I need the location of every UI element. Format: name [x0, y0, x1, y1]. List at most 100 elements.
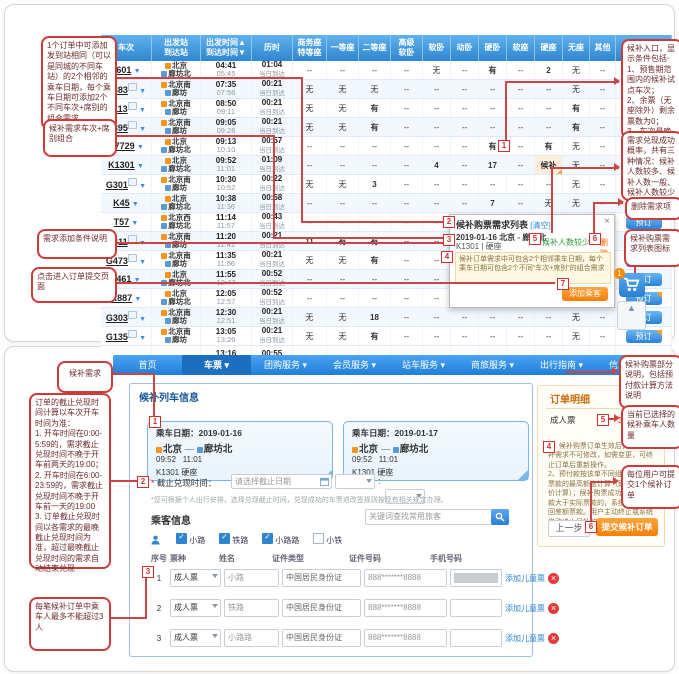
nav-tab-会员服务[interactable]: 会员服务 ▾ [320, 355, 389, 375]
name-field[interactable]: 小路路 [224, 629, 279, 647]
phone-field[interactable] [450, 599, 502, 617]
expand-caret-icon[interactable]: ▼ [137, 144, 144, 151]
checkbox-icon[interactable] [313, 533, 324, 544]
depart-station-icon [161, 177, 167, 183]
back-to-top-button[interactable]: ▲ [617, 301, 646, 330]
train-number-cell: G301 ▼ [101, 175, 152, 194]
times-cell: 13:0513:26 [201, 327, 252, 346]
quick-passenger-小铁[interactable]: 小铁 [313, 536, 342, 545]
seat-cell: -- [391, 327, 423, 346]
col-header[interactable]: 出发时间▲ 到达时间▼ [201, 35, 252, 61]
phone-field[interactable] [450, 629, 502, 647]
expand-caret-icon[interactable]: ▼ [139, 126, 146, 133]
seat-cell: 无 [563, 156, 590, 175]
quick-passenger-小路路[interactable]: 小路路 [262, 536, 299, 545]
seat-cell: -- [423, 289, 451, 308]
nav-tab-首页[interactable]: 首页 [113, 355, 182, 375]
nav-tab-团购服务[interactable]: 团购服务 ▾ [251, 355, 320, 375]
train-number-link[interactable]: G135 [106, 332, 128, 342]
add-child-ticket-link[interactable]: 添加儿童票 [505, 603, 545, 614]
row-number: 3 [151, 634, 167, 643]
annotation-line [153, 373, 155, 416]
seat-cell: 4 [423, 156, 451, 175]
search-input[interactable]: 关键词查找常用旅客 [365, 509, 492, 525]
step-marker-6: 6 [585, 521, 597, 533]
ticket-type-select[interactable]: 成人票 [170, 629, 221, 647]
step-marker-5: 5 [529, 233, 541, 245]
deadline-date-input[interactable]: 请选择截止日期 [231, 474, 332, 489]
waitlist-card-2[interactable]: 乘车日期：2019-01-17 北京 — 廊坊北 09:52 11:01 K13… [343, 421, 529, 481]
arrowhead [612, 367, 618, 375]
name-field[interactable]: 小路 [224, 569, 279, 587]
id-number-field[interactable]: 888*******8888 [364, 569, 447, 587]
ticket-type-select[interactable]: 成人票 [170, 569, 221, 587]
ticket-type-select[interactable]: 成人票 [170, 599, 221, 617]
add-child-ticket-link[interactable]: 添加儿童票 [505, 573, 545, 584]
submit-waitlist-button[interactable]: 提交候补订单 [596, 518, 658, 536]
id-type-field[interactable]: 中国居民身份证 [282, 569, 361, 587]
clear-link[interactable]: [清空] [530, 221, 550, 230]
phone-field[interactable] [450, 569, 502, 587]
seat-cell: -- [293, 156, 327, 175]
train-number-link[interactable]: K1301 [108, 160, 135, 170]
seat-cell: -- [327, 194, 359, 213]
delete-passenger-icon[interactable]: × [548, 573, 559, 584]
card-stations: 北京 — 廊坊北 [156, 441, 232, 455]
nav-tab-车票[interactable]: 车票 ▾ [182, 355, 251, 375]
expand-caret-icon[interactable]: ▼ [139, 107, 146, 114]
seat-cell: -- [423, 308, 451, 327]
waitlist-card-1[interactable]: 乘车日期：2019-01-16 北京 — 廊坊北 09:52 11:01 K13… [147, 421, 333, 481]
expand-caret-icon[interactable]: ▼ [139, 259, 146, 266]
card-date: 乘车日期：2019-01-17 [352, 427, 438, 439]
seat-cell: -- [423, 175, 451, 194]
seat-cell: -- [391, 232, 423, 251]
arrive-station-icon [393, 447, 399, 453]
delete-passenger-icon[interactable]: × [548, 603, 559, 614]
seat-cell: -- [451, 80, 479, 99]
delete-passenger-icon[interactable]: × [548, 633, 559, 644]
expand-caret-icon[interactable]: ▼ [139, 88, 146, 95]
seat-cell: -- [479, 80, 507, 99]
id-number-field[interactable]: 888*******8888 [364, 599, 447, 617]
close-icon[interactable]: × [604, 216, 610, 227]
arrive-station-icon [161, 147, 167, 153]
quick-passenger-铁路[interactable]: 铁路 [219, 536, 248, 545]
deadline-hour-select[interactable] [335, 474, 375, 489]
nav-tab-商旅服务[interactable]: 商旅服务 ▾ [458, 355, 527, 375]
seat-cell: 无 [293, 80, 327, 99]
id-number-field[interactable]: 888*******8888 [364, 629, 447, 647]
expand-caret-icon[interactable]: ▼ [132, 201, 139, 208]
name-field[interactable]: 铁路 [224, 599, 279, 617]
expand-caret-icon[interactable]: ▼ [137, 163, 144, 170]
seat-cell: 无 [563, 308, 590, 327]
expand-caret-icon[interactable]: ▼ [134, 296, 141, 303]
train-number-link[interactable]: T57 [114, 217, 130, 227]
expand-caret-icon[interactable]: ▼ [139, 335, 146, 342]
stations-cell: 北京廊坊北 [152, 156, 201, 175]
nav-tab-站车服务[interactable]: 站车服务 ▾ [389, 355, 458, 375]
id-type-field[interactable]: 中国居民身份证 [282, 599, 361, 617]
add-child-ticket-link[interactable]: 添加儿童票 [505, 633, 545, 644]
book-button[interactable]: 预订 [626, 330, 662, 343]
checkbox-icon[interactable] [176, 533, 187, 544]
person-icon [151, 535, 160, 545]
train-number-link[interactable]: G301 [106, 180, 128, 190]
checkbox-icon[interactable] [262, 533, 273, 544]
train-number-link[interactable]: G303 [106, 313, 128, 323]
step-marker-3: 3 [443, 234, 455, 246]
seat-cell[interactable]: 候补 [535, 156, 563, 175]
expand-caret-icon[interactable]: ▼ [134, 68, 141, 75]
back-button[interactable]: 上一步 [548, 520, 590, 537]
search-button[interactable] [491, 509, 509, 525]
expand-caret-icon[interactable]: ▼ [139, 183, 146, 190]
quick-passenger-小路[interactable]: 小路 [176, 536, 205, 545]
train-number-link[interactable]: K45 [113, 198, 130, 208]
train-number-cell: G303 ▼ [101, 308, 152, 327]
expand-caret-icon[interactable]: ▼ [139, 316, 146, 323]
id-type-field[interactable]: 中国居民身份证 [282, 629, 361, 647]
checkbox-icon[interactable] [219, 533, 230, 544]
expand-caret-icon[interactable]: ▼ [131, 220, 138, 227]
seat-cell: -- [451, 194, 479, 213]
probability-tag: 候补人数较少 [542, 237, 590, 248]
stations-cell: 北京南廊坊 [152, 327, 201, 346]
